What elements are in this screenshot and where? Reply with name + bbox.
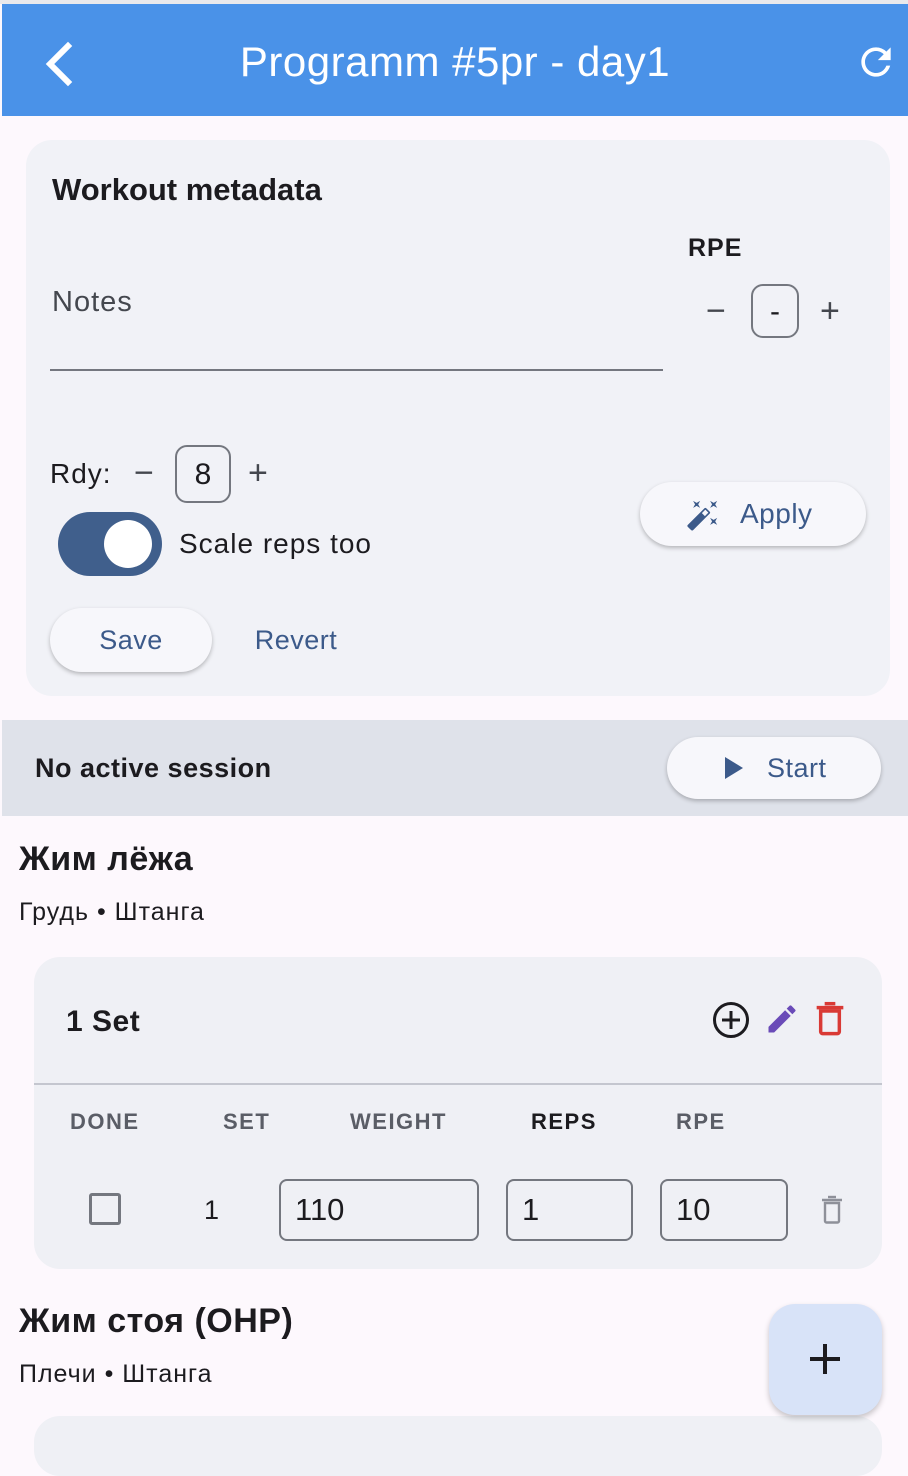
column-header-weight: WEIGHT bbox=[350, 1109, 447, 1134]
start-label: Start bbox=[767, 753, 827, 783]
set-card-title: 1 Set bbox=[66, 1005, 141, 1038]
page-title: Programm #5pr - day1 bbox=[239, 38, 671, 85]
delete-icon[interactable] bbox=[814, 1001, 846, 1037]
set-card-divider bbox=[34, 1083, 882, 1085]
notes-field[interactable]: Notes bbox=[52, 286, 133, 319]
save-button[interactable]: Save bbox=[50, 608, 212, 672]
rdy-decrement-button[interactable]: − bbox=[134, 456, 154, 490]
rpe-label: RPE bbox=[688, 234, 743, 262]
metadata-title: Workout metadata bbox=[52, 172, 322, 207]
scale-reps-toggle[interactable] bbox=[58, 512, 162, 576]
rdy-label: Rdy: bbox=[50, 458, 112, 489]
reps-input[interactable]: 1 bbox=[506, 1179, 633, 1241]
apply-button[interactable]: Apply bbox=[640, 482, 866, 546]
set-number: 1 bbox=[204, 1195, 220, 1225]
magic-wand-icon bbox=[686, 498, 720, 532]
column-header-reps: REPS bbox=[531, 1109, 597, 1134]
column-header-done: DONE bbox=[70, 1109, 140, 1134]
delete-row-icon[interactable] bbox=[820, 1195, 844, 1225]
add-circle-icon[interactable] bbox=[712, 1001, 750, 1039]
add-exercise-fab[interactable] bbox=[769, 1304, 882, 1415]
set-card: 1 Set DONE SET WEIGHT REPS RPE 1 110 1 1… bbox=[34, 957, 882, 1269]
toggle-knob bbox=[104, 520, 152, 568]
exercise-subtitle: Плечи • Штанга bbox=[19, 1360, 213, 1388]
exercise-title: Жим стоя (OHP) bbox=[19, 1302, 294, 1340]
rdy-value-field[interactable]: 8 bbox=[175, 445, 231, 503]
rdy-increment-button[interactable]: + bbox=[248, 456, 268, 490]
play-icon bbox=[725, 757, 743, 779]
rpe-increment-button[interactable]: + bbox=[820, 294, 840, 328]
column-header-rpe: RPE bbox=[676, 1109, 726, 1134]
workout-metadata-card: Workout metadata Notes RPE − - + Rdy: − … bbox=[26, 140, 890, 696]
revert-button[interactable]: Revert bbox=[240, 608, 352, 672]
column-header-set: SET bbox=[223, 1109, 271, 1134]
exercise-title: Жим лёжа bbox=[19, 840, 194, 878]
rpe-value-field[interactable]: - bbox=[751, 284, 799, 338]
add-icon bbox=[807, 1341, 843, 1377]
rpe-input[interactable]: 10 bbox=[660, 1179, 788, 1241]
done-checkbox[interactable] bbox=[89, 1193, 121, 1225]
scale-reps-label: Scale reps too bbox=[179, 528, 372, 559]
app-bar: Programm #5pr - day1 bbox=[2, 4, 908, 116]
refresh-icon[interactable] bbox=[854, 40, 898, 84]
edit-icon[interactable] bbox=[764, 1001, 800, 1037]
start-button[interactable]: Start bbox=[667, 737, 881, 799]
weight-input[interactable]: 110 bbox=[279, 1179, 479, 1241]
notes-underline bbox=[50, 369, 663, 371]
set-card bbox=[34, 1416, 882, 1476]
session-bar: No active session Start bbox=[2, 720, 908, 816]
rpe-decrement-button[interactable]: − bbox=[706, 294, 726, 328]
apply-label: Apply bbox=[740, 498, 813, 529]
exercise-subtitle: Грудь • Штанга bbox=[19, 898, 205, 926]
session-status: No active session bbox=[35, 753, 272, 783]
